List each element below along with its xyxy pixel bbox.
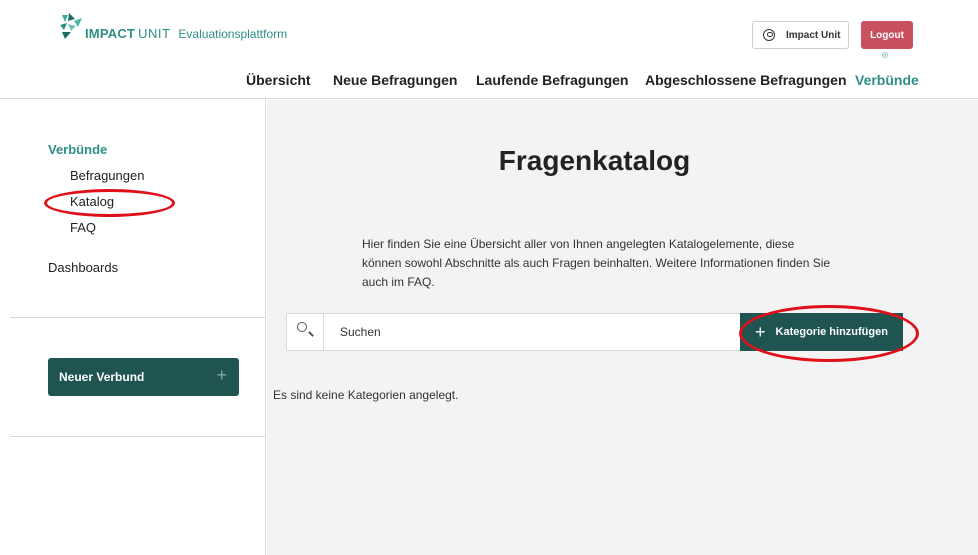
nav-item-verbuende[interactable]: Verbünde <box>855 72 919 88</box>
add-category-label: Kategorie hinzufügen <box>775 326 888 338</box>
empty-state-text: Es sind keine Kategorien angelegt. <box>273 388 459 402</box>
add-category-button[interactable]: + Kategorie hinzufügen <box>740 313 903 351</box>
nav-item-abgeschlossene-befragungen[interactable]: Abgeschlossene Befragungen <box>645 72 847 88</box>
page-title: Fragenkatalog <box>498 145 691 176</box>
main-content: Fragenkatalog Hier finden Sie eine Übers… <box>267 100 978 555</box>
user-profile-button[interactable]: Impact Unit <box>752 21 849 49</box>
sidebar-item-befragungen[interactable]: Befragungen <box>70 168 144 183</box>
plus-icon: + <box>755 322 766 342</box>
logo-impact-text: IMPACT <box>85 26 136 41</box>
user-icon <box>763 29 775 41</box>
logo-unit-text: UNIT <box>138 26 171 41</box>
sidebar-item-katalog[interactable]: Katalog <box>70 194 114 209</box>
sidebar-item-faq[interactable]: FAQ <box>70 220 96 235</box>
sidebar-divider <box>10 317 266 318</box>
user-profile-label: Impact Unit <box>786 29 841 41</box>
page-description: Hier finden Sie eine Übersicht aller von… <box>362 237 831 289</box>
sidebar: Verbünde Befragungen Katalog FAQ Dashboa… <box>0 100 266 555</box>
plus-icon: + <box>216 365 227 385</box>
new-verbund-label: Neuer Verbund <box>59 370 145 384</box>
header: IMPACT UNIT Evaluationsplattform Impact … <box>0 0 978 99</box>
logout-button[interactable]: Logout <box>861 21 913 49</box>
search-input[interactable] <box>324 325 724 339</box>
search-icon[interactable] <box>287 314 324 350</box>
logo-icon <box>60 13 82 39</box>
nav-item-neue-befragungen[interactable]: Neue Befragungen <box>333 72 457 88</box>
top-navigation: Übersicht Neue Befragungen Laufende Befr… <box>0 72 978 92</box>
search-bar <box>286 313 741 351</box>
sidebar-item-dashboards[interactable]: Dashboards <box>48 260 118 275</box>
status-dot-icon <box>882 52 888 58</box>
nav-item-uebersicht[interactable]: Übersicht <box>246 72 311 88</box>
sidebar-divider <box>10 436 266 437</box>
sidebar-heading-verbuende[interactable]: Verbünde <box>48 142 107 157</box>
new-verbund-button[interactable]: Neuer Verbund + <box>48 358 239 396</box>
logo-subtitle: Evaluationsplattform <box>178 27 288 41</box>
logo[interactable]: IMPACT UNIT Evaluationsplattform <box>59 13 287 41</box>
nav-item-laufende-befragungen[interactable]: Laufende Befragungen <box>476 72 628 88</box>
